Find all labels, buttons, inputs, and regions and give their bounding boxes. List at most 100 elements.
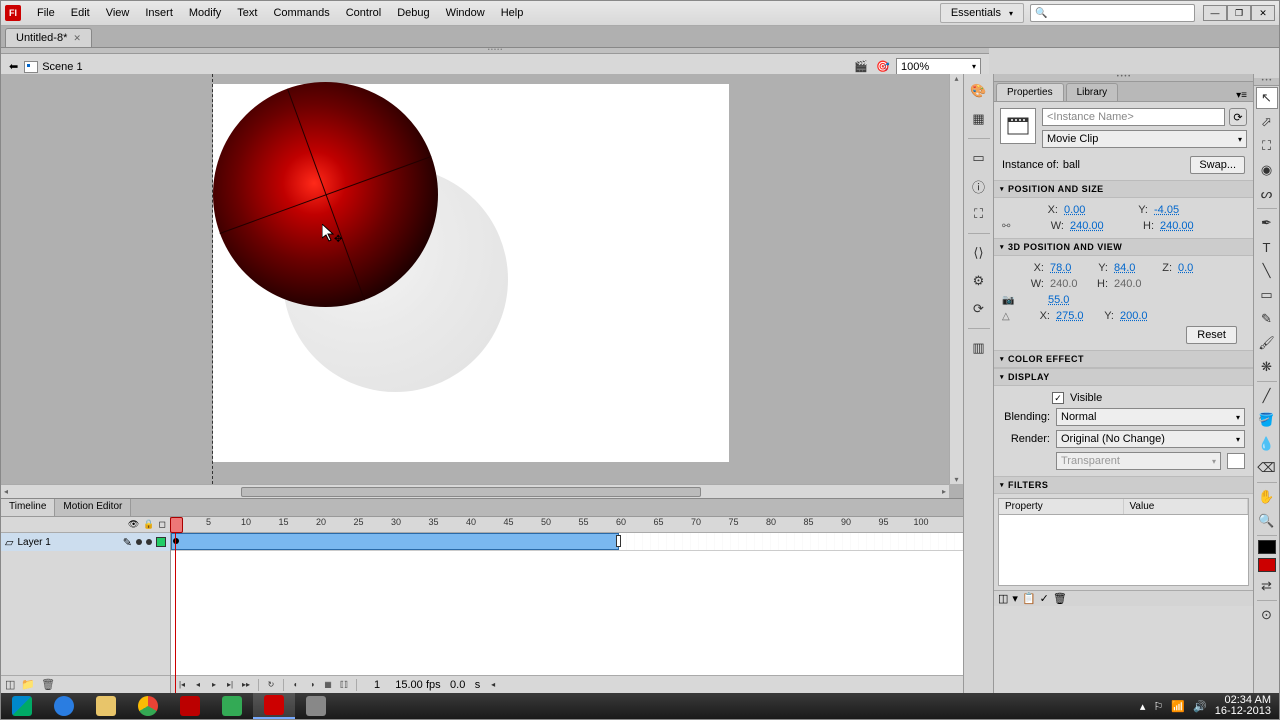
eraser-tool[interactable]: ⌫: [1256, 457, 1278, 479]
panel-menu-icon[interactable]: ▾≡: [1230, 90, 1253, 101]
onion-skin-icon[interactable]: ◐: [289, 678, 303, 692]
subselection-tool[interactable]: ⬀: [1256, 111, 1278, 133]
bone-tool[interactable]: ╱: [1256, 385, 1278, 407]
project-panel-icon[interactable]: ▥: [968, 337, 990, 359]
edit-multiple-icon[interactable]: ▦: [321, 678, 335, 692]
bg-color-swatch[interactable]: [1227, 453, 1245, 469]
3d-rotation-tool[interactable]: ◉: [1256, 159, 1278, 181]
menu-control[interactable]: Control: [338, 4, 389, 22]
maximize-button[interactable]: ❐: [1227, 5, 1251, 21]
ball-instance[interactable]: [213, 82, 438, 307]
frame-ruler[interactable]: 5101520253035404550556065707580859095100: [171, 517, 963, 533]
tray-flag-icon[interactable]: ⚐: [1153, 700, 1163, 713]
zoom-tool[interactable]: 🔍: [1256, 510, 1278, 532]
taskbar-ie[interactable]: [43, 693, 85, 719]
color-panel-icon[interactable]: 🎨: [968, 80, 990, 102]
transparent-dropdown[interactable]: Transparent: [1056, 452, 1221, 470]
blending-dropdown[interactable]: Normal: [1056, 408, 1245, 426]
3d-y[interactable]: 84.0: [1114, 262, 1152, 274]
section-color-effect[interactable]: COLOR EFFECT: [994, 350, 1253, 368]
taskbar-chrome[interactable]: [127, 693, 169, 719]
stroke-color-swatch[interactable]: [1258, 540, 1276, 554]
layer-visible-dot[interactable]: [136, 539, 142, 545]
menu-help[interactable]: Help: [493, 4, 532, 22]
layer-lock-dot[interactable]: [146, 539, 152, 545]
line-tool[interactable]: ╲: [1256, 260, 1278, 282]
rectangle-tool[interactable]: ▭: [1256, 284, 1278, 306]
back-icon[interactable]: ⬅: [9, 60, 18, 73]
enable-filter-icon[interactable]: ✓: [1040, 592, 1049, 605]
symbol-type-dropdown[interactable]: Movie Clip: [1042, 130, 1247, 148]
components-icon[interactable]: ⚙: [968, 270, 990, 292]
scene-name[interactable]: Scene 1: [42, 61, 82, 73]
tab-motion-editor[interactable]: Motion Editor: [55, 499, 131, 516]
align-panel-icon[interactable]: ▭: [968, 147, 990, 169]
section-position-size[interactable]: POSITION AND SIZE: [994, 180, 1253, 198]
transform-panel-icon[interactable]: ⛶: [968, 203, 990, 225]
pos-y[interactable]: -4.05: [1154, 204, 1192, 216]
current-frame[interactable]: 1: [362, 679, 392, 691]
help-search[interactable]: 🔍: [1030, 4, 1195, 22]
panel-grip[interactable]: • • • • •: [1, 48, 989, 54]
swap-button[interactable]: Swap...: [1190, 156, 1245, 174]
perspective-angle[interactable]: 55.0: [1048, 294, 1086, 306]
eyedropper-tool[interactable]: 💧: [1256, 433, 1278, 455]
layer-name[interactable]: Layer 1: [17, 537, 118, 548]
playhead[interactable]: [175, 517, 176, 693]
link-wh-icon[interactable]: ⚯: [1002, 221, 1016, 232]
pen-tool[interactable]: ✒: [1256, 212, 1278, 234]
document-tab[interactable]: Untitled-8* ✕: [5, 28, 92, 47]
play-button[interactable]: ▸: [207, 678, 221, 692]
motion-presets-icon[interactable]: ⟳: [968, 298, 990, 320]
swatches-panel-icon[interactable]: ▦: [968, 108, 990, 130]
onion-markers-icon[interactable]: ⟦⟧: [337, 678, 351, 692]
hand-tool[interactable]: ✋: [1256, 486, 1278, 508]
frame-track[interactable]: [171, 533, 963, 551]
info-panel-icon[interactable]: ⓘ: [968, 175, 990, 197]
delete-filter-icon[interactable]: 🗑: [1053, 592, 1067, 605]
filter-col-property[interactable]: Property: [999, 499, 1124, 514]
taskbar-clock[interactable]: 02:34 AM 16-12-2013: [1215, 695, 1271, 717]
tab-library[interactable]: Library: [1066, 83, 1119, 101]
menu-file[interactable]: File: [29, 4, 63, 22]
3d-x[interactable]: 78.0: [1050, 262, 1088, 274]
tray-volume-icon[interactable]: 🔊: [1193, 700, 1207, 713]
menu-edit[interactable]: Edit: [63, 4, 98, 22]
pencil-tool[interactable]: ✎: [1256, 308, 1278, 330]
fill-color-swatch[interactable]: [1258, 558, 1276, 572]
new-layer-icon[interactable]: ◫: [5, 678, 15, 691]
selection-tool[interactable]: ↖: [1256, 87, 1278, 109]
code-snippets-icon[interactable]: ⟨⟩: [968, 242, 990, 264]
pos-w[interactable]: 240.00: [1070, 220, 1108, 232]
tab-properties[interactable]: Properties: [996, 83, 1064, 101]
tray-up-icon[interactable]: ▴: [1140, 700, 1146, 713]
pos-x[interactable]: 0.00: [1064, 204, 1102, 216]
edit-scene-icon[interactable]: 🎬: [852, 58, 870, 76]
next-frame-button[interactable]: ▸|: [223, 678, 237, 692]
section-filters[interactable]: FILTERS: [994, 476, 1253, 494]
section-3d[interactable]: 3D POSITION AND VIEW: [994, 238, 1253, 256]
close-button[interactable]: ✕: [1251, 5, 1275, 21]
add-filter-icon[interactable]: ◫: [998, 592, 1008, 605]
stage[interactable]: ✥: [1, 74, 963, 498]
free-transform-tool[interactable]: ⛶: [1256, 135, 1278, 157]
first-frame-button[interactable]: |◂: [175, 678, 189, 692]
taskbar-explorer[interactable]: [85, 693, 127, 719]
edit-symbol-icon[interactable]: 🎯: [874, 58, 892, 76]
paint-bucket-tool[interactable]: 🪣: [1256, 409, 1278, 431]
menu-text[interactable]: Text: [229, 4, 265, 22]
last-frame-button[interactable]: ▸▸: [239, 678, 253, 692]
tray-network-icon[interactable]: 📶: [1171, 700, 1185, 713]
snap-to-objects-icon[interactable]: ⊙: [1256, 604, 1278, 626]
visibility-icon[interactable]: 👁: [128, 519, 139, 530]
prev-frame-button[interactable]: ◂: [191, 678, 205, 692]
render-dropdown[interactable]: Original (No Change): [1056, 430, 1245, 448]
lasso-tool[interactable]: ᔕ: [1256, 183, 1278, 205]
timeline-frames[interactable]: 5101520253035404550556065707580859095100…: [171, 517, 963, 693]
scroll-left-icon[interactable]: ◂: [486, 678, 500, 692]
loop-button[interactable]: ↻: [264, 678, 278, 692]
end-keyframe[interactable]: [616, 535, 621, 547]
swap-colors-icon[interactable]: ⇄: [1256, 575, 1278, 597]
brush-tool[interactable]: 🖌: [1256, 332, 1278, 354]
taskbar-filezilla[interactable]: [169, 693, 211, 719]
